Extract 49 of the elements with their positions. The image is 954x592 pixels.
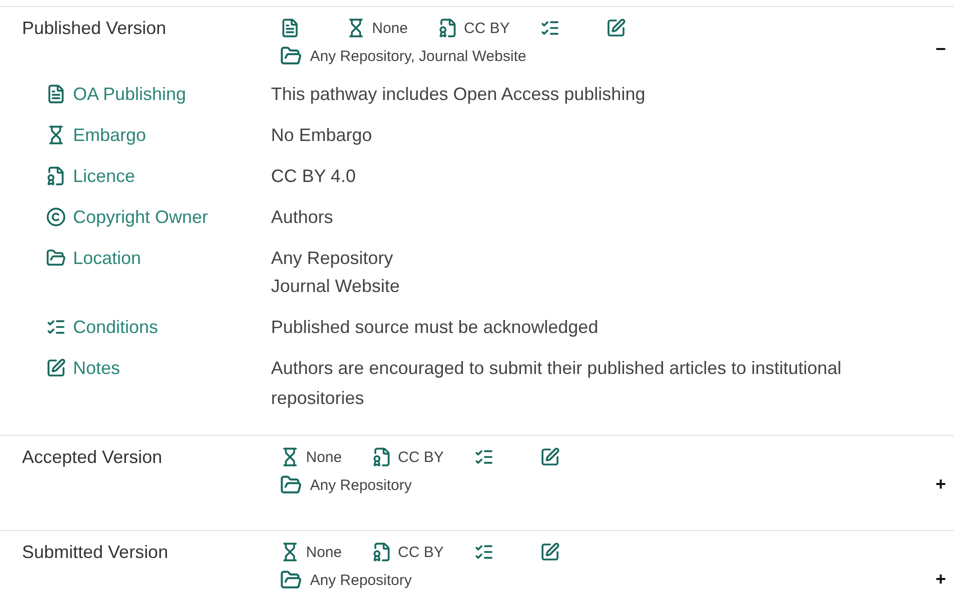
detail-value: Any Repository xyxy=(271,247,394,270)
document-icon xyxy=(46,84,66,104)
certificate-icon xyxy=(372,447,392,467)
expand-button[interactable]: + xyxy=(931,474,950,495)
summary-text: CC BY xyxy=(398,544,444,560)
folder-icon xyxy=(280,474,302,496)
detail-value: This pathway includes Open Access publishing xyxy=(271,83,646,106)
pen-square-icon xyxy=(606,18,626,38)
checklist-icon xyxy=(474,542,494,562)
document-icon xyxy=(280,18,300,38)
checklist-icon xyxy=(474,447,494,467)
detail-label: Conditions xyxy=(73,316,158,339)
summary-text: CC BY xyxy=(398,448,444,466)
location-summary: Any Repository, Journal Website xyxy=(310,48,526,64)
detail-label: OA Publishing xyxy=(73,83,186,106)
detail-label: Embargo xyxy=(73,124,146,147)
collapse-button[interactable]: − xyxy=(931,39,950,60)
pen-square-icon xyxy=(540,447,560,467)
detail-value: Authors xyxy=(271,206,334,229)
certificate-icon xyxy=(46,166,66,186)
checklist-icon xyxy=(540,18,560,38)
section-title: Accepted Version xyxy=(21,446,164,468)
checklist-icon xyxy=(46,317,66,337)
detail-value: No Embargo xyxy=(271,124,374,147)
detail-value: Authors are encouraged to submit their published articles to institutional repositories xyxy=(271,357,842,410)
summary-text: None xyxy=(372,20,408,36)
certificate-icon xyxy=(372,542,392,562)
section-title: Submitted Version xyxy=(21,541,170,563)
pen-square-icon xyxy=(46,358,66,378)
detail-label: Notes xyxy=(73,357,120,380)
pen-square-icon xyxy=(540,542,560,562)
folder-icon xyxy=(280,569,302,591)
folder-icon xyxy=(46,248,66,268)
summary-text: None xyxy=(306,448,342,466)
detail-label: Copyright Owner xyxy=(73,206,208,229)
detail-label: Licence xyxy=(73,165,136,188)
summary-text: None xyxy=(306,544,342,560)
folder-icon xyxy=(280,45,302,67)
copyright-icon xyxy=(46,207,66,227)
location-summary: Any Repository xyxy=(310,476,412,494)
location-summary: Any Repository xyxy=(310,572,412,588)
certificate-icon xyxy=(438,18,458,38)
detail-value: Journal Website xyxy=(271,275,401,298)
detail-label: Location xyxy=(73,247,142,270)
section-title: Published Version xyxy=(21,17,168,39)
summary-text: CC BY xyxy=(464,20,510,36)
expand-button[interactable]: + xyxy=(931,569,950,590)
detail-value: CC BY 4.0 xyxy=(271,165,357,188)
detail-value: Published source must be acknowledged xyxy=(271,316,600,339)
